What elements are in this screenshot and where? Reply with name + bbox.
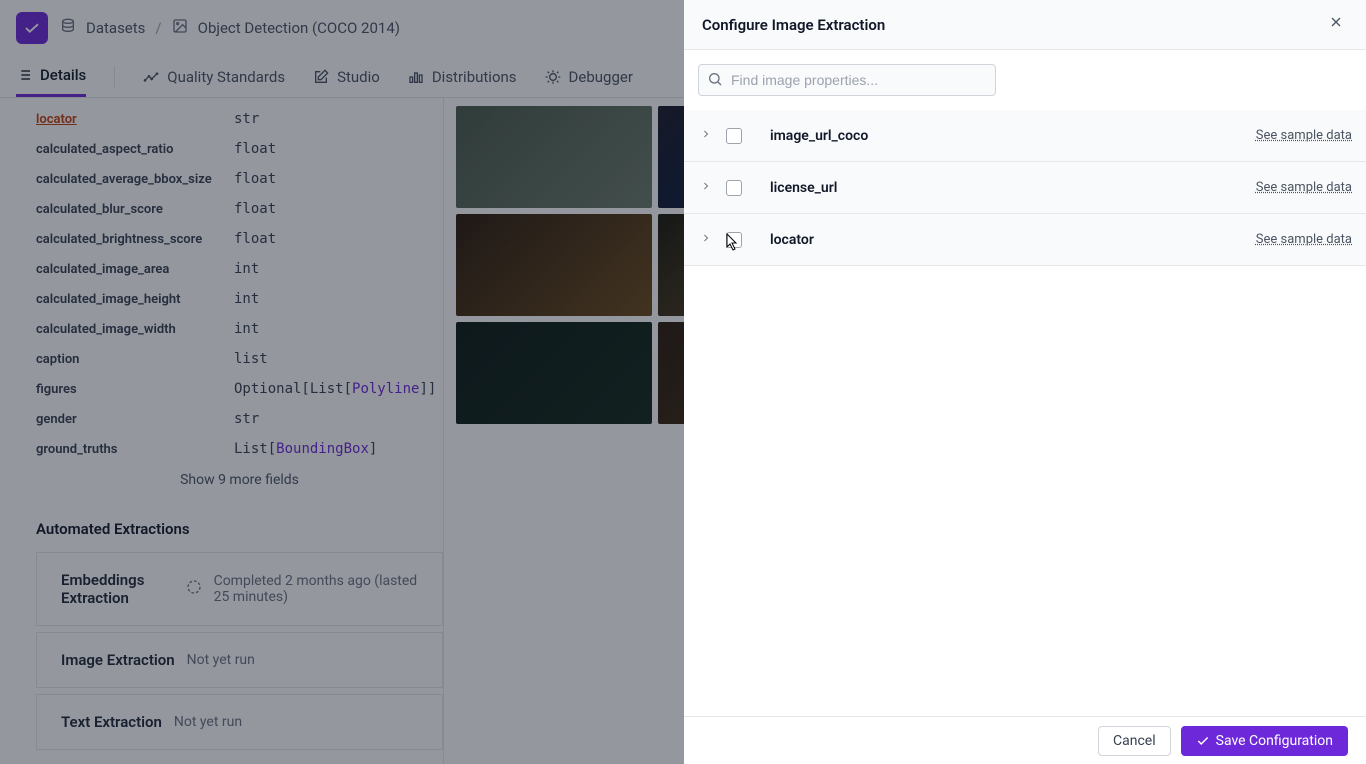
property-row[interactable]: license_url See sample data xyxy=(684,162,1366,214)
see-sample-data-link[interactable]: See sample data xyxy=(1256,232,1352,247)
property-checkbox[interactable] xyxy=(726,128,742,144)
chevron-right-icon[interactable] xyxy=(698,180,714,196)
search-input[interactable] xyxy=(698,64,996,96)
save-button[interactable]: Save Configuration xyxy=(1181,726,1348,756)
save-button-label: Save Configuration xyxy=(1216,733,1333,749)
property-list: image_url_cocoSee sample datalicense_url… xyxy=(684,110,1366,716)
property-name: locator xyxy=(770,232,1244,248)
close-icon[interactable] xyxy=(1324,10,1348,39)
chevron-right-icon[interactable] xyxy=(698,232,714,248)
panel-header: Configure Image Extraction xyxy=(684,0,1366,50)
see-sample-data-link[interactable]: See sample data xyxy=(1256,128,1352,143)
panel-footer: Cancel Save Configuration xyxy=(684,716,1366,764)
property-row[interactable]: image_url_coco See sample data xyxy=(684,110,1366,162)
property-checkbox[interactable] xyxy=(726,180,742,196)
search-icon xyxy=(707,71,723,91)
property-row[interactable]: locator See sample data xyxy=(684,214,1366,266)
check-icon xyxy=(1196,734,1210,748)
property-checkbox[interactable] xyxy=(726,232,742,248)
property-name: image_url_coco xyxy=(770,128,1244,144)
panel-title: Configure Image Extraction xyxy=(702,16,885,34)
configure-image-extraction-panel: Configure Image Extraction image_url_coc… xyxy=(684,0,1366,764)
see-sample-data-link[interactable]: See sample data xyxy=(1256,180,1352,195)
property-name: license_url xyxy=(770,180,1244,196)
panel-search-row xyxy=(684,50,1366,110)
cancel-button[interactable]: Cancel xyxy=(1098,726,1171,756)
chevron-right-icon[interactable] xyxy=(698,128,714,144)
